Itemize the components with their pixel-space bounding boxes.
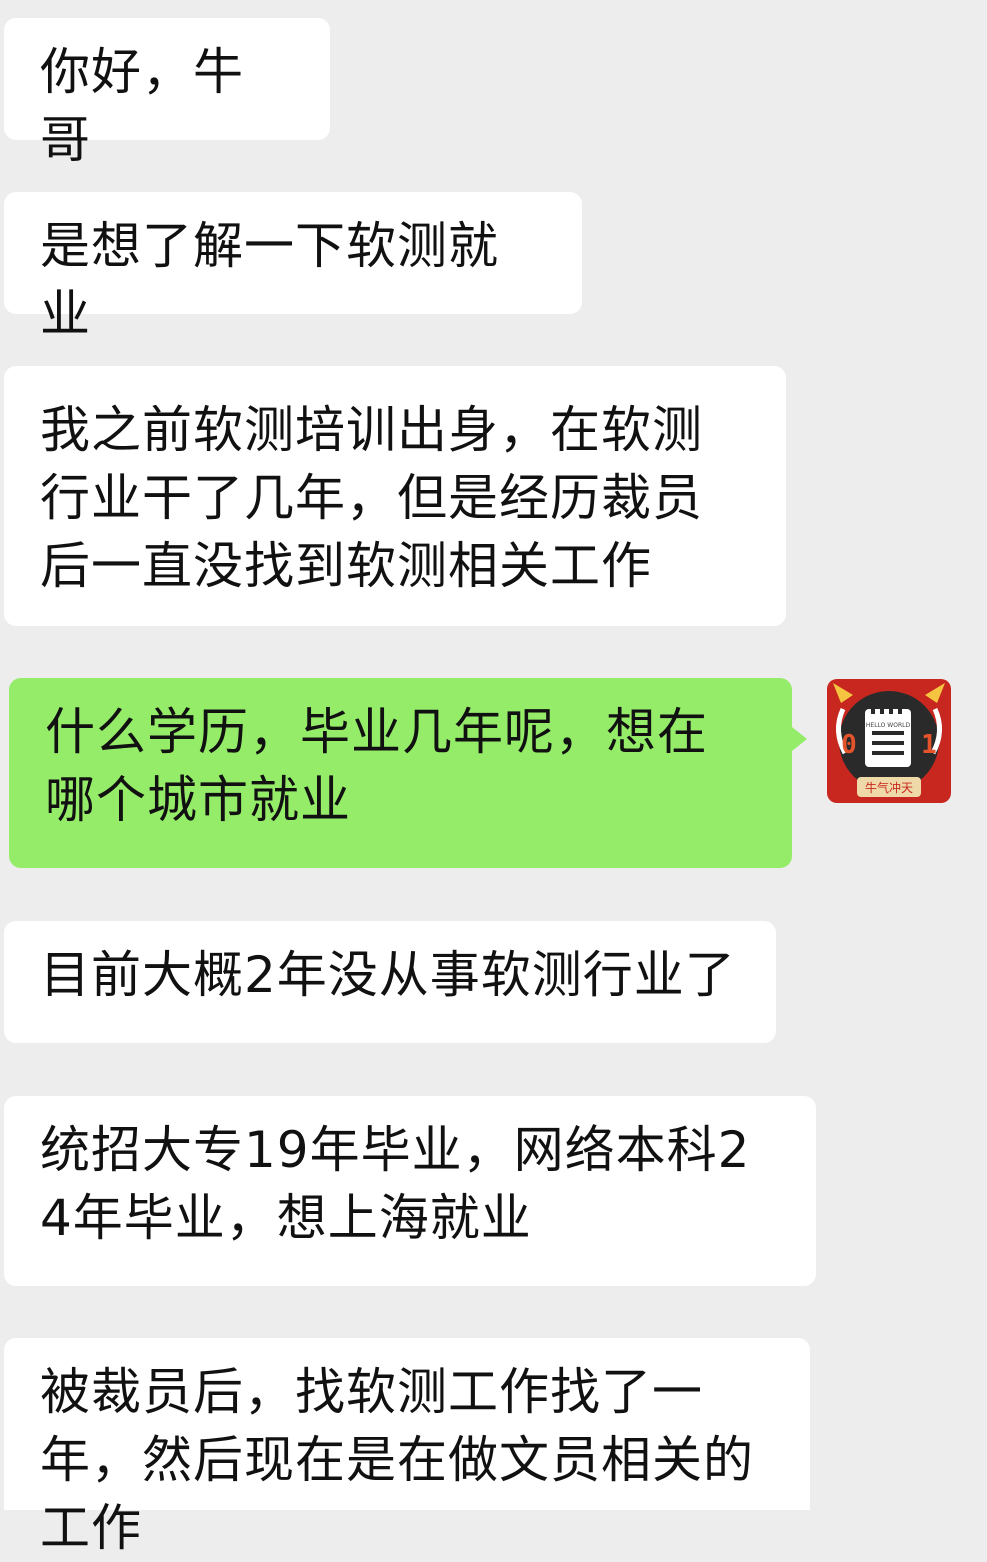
message-bubble-incoming[interactable]: 被裁员后，找软测工作找了一年，然后现在是在做文员相关的工作 bbox=[4, 1338, 810, 1557]
message-bubble-incoming[interactable]: 统招大专19年毕业，网络本科24年毕业，想上海就业 bbox=[4, 1096, 816, 1286]
message-bubble-incoming[interactable]: 目前大概2年没从事软测行业了 bbox=[4, 921, 776, 1043]
message-text: 统招大专19年毕业，网络本科24年毕业，想上海就业 bbox=[40, 1121, 751, 1247]
notepad-icon: HELLO WORLD 0 1 牛气冲天 bbox=[833, 683, 945, 797]
chat-view: 你好，牛哥 是想了解一下软测就业 我之前软测培训出身，在软测行业干了几年，但是经… bbox=[0, 0, 987, 1557]
message-text: 你好，牛哥 bbox=[40, 43, 244, 169]
avatar[interactable]: HELLO WORLD 0 1 牛气冲天 bbox=[827, 679, 951, 803]
message-bubble-outgoing[interactable]: 什么学历，毕业几年呢，想在哪个城市就业 bbox=[9, 678, 792, 868]
message-text: 目前大概2年没从事软测行业了 bbox=[40, 946, 736, 1004]
bubble-tail bbox=[792, 727, 807, 751]
message-bubble-incoming[interactable]: 我之前软测培训出身，在软测行业干了几年，但是经历裁员后一直没找到软测相关工作 bbox=[4, 366, 786, 626]
avatar-right-digit: 1 bbox=[921, 730, 937, 760]
avatar-left-digit: 0 bbox=[841, 730, 857, 760]
message-text: 被裁员后，找软测工作找了一年，然后现在是在做文员相关的工作 bbox=[40, 1363, 754, 1557]
message-text: 是想了解一下软测就业 bbox=[40, 217, 499, 343]
avatar-banner: 牛气冲天 bbox=[865, 780, 913, 795]
notepad-text: HELLO WORLD bbox=[866, 722, 911, 729]
message-text: 我之前软测培训出身，在软测行业干了几年，但是经历裁员后一直没找到软测相关工作 bbox=[40, 401, 703, 595]
message-bubble-incoming[interactable]: 你好，牛哥 bbox=[4, 18, 330, 169]
message-bubble-incoming[interactable]: 是想了解一下软测就业 bbox=[4, 192, 582, 343]
message-text: 什么学历，毕业几年呢，想在哪个城市就业 bbox=[45, 703, 708, 829]
